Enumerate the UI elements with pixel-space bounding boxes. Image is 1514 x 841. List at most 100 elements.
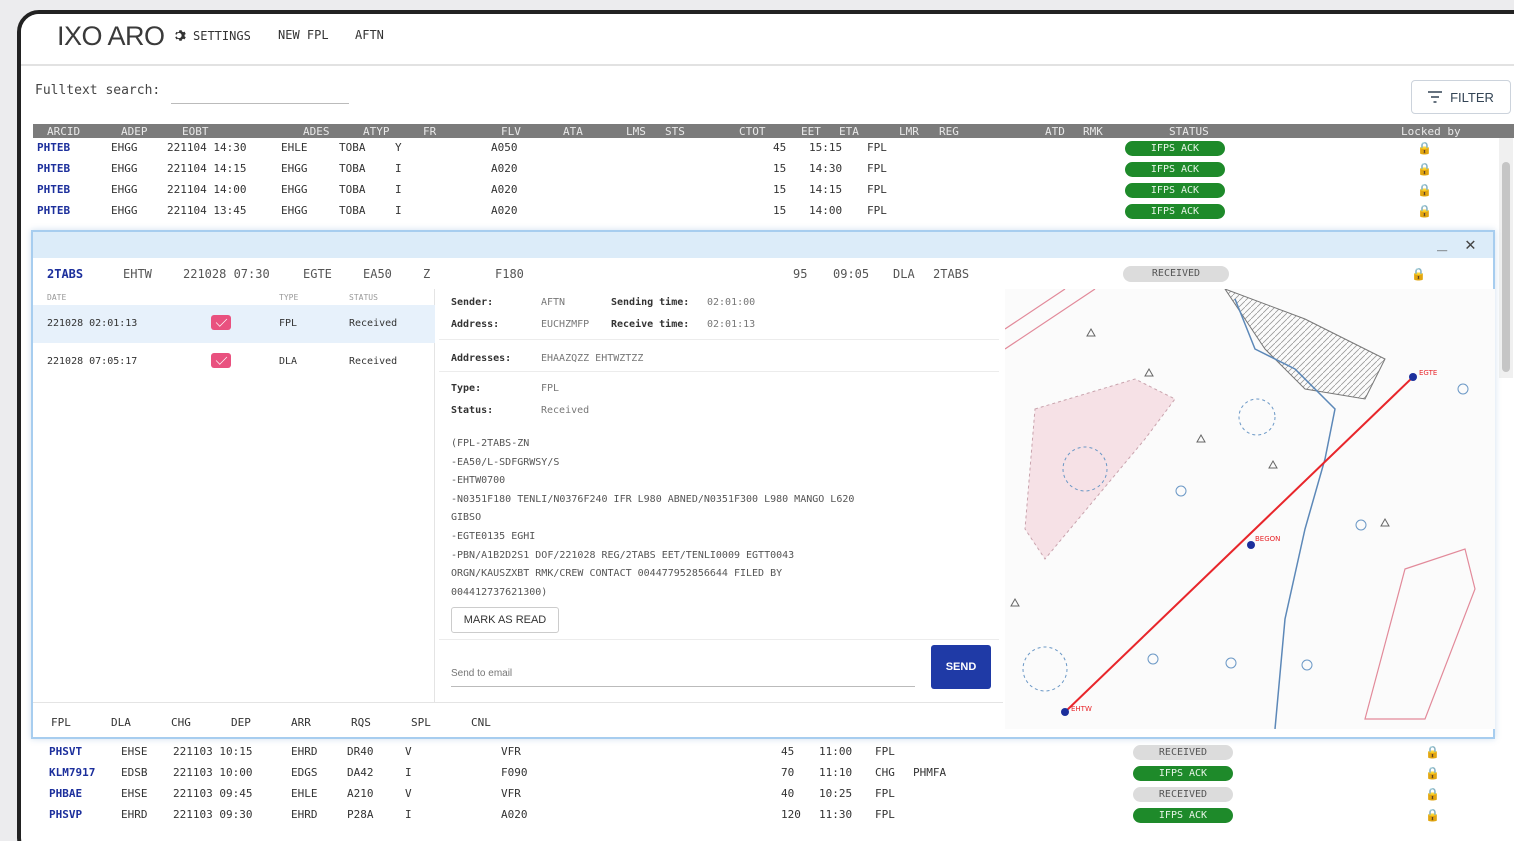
table-row[interactable]: PHSVP EHRD 221103 09:30 EHRD P28A I A020…	[33, 805, 1514, 826]
cell-eet: 70	[781, 766, 795, 779]
lock-icon[interactable]: 🔒	[1411, 267, 1426, 281]
fpl-line: -PBN/A1B2D2S1 DOF/221028 REG/2TABS EET/T…	[451, 549, 795, 561]
col-locked-by[interactable]: Locked by	[1401, 125, 1461, 138]
flight-adep: EHTW	[123, 267, 152, 281]
settings-nav[interactable]: SETTINGS	[173, 28, 251, 43]
scrollbar-thumb[interactable]	[1502, 162, 1510, 372]
tab-arr[interactable]: ARR	[291, 716, 311, 729]
lock-icon[interactable]: 🔒	[1425, 766, 1440, 780]
search-input[interactable]	[171, 84, 349, 104]
cell-eet: 15	[773, 162, 787, 175]
col-lms[interactable]: LMS	[626, 125, 646, 138]
col-reg[interactable]: REG	[939, 125, 959, 138]
gear-icon	[175, 30, 186, 41]
addresses-value: EHAAZQZZ EHTWZTZZ	[541, 353, 644, 364]
cell-atyp: TOBA	[339, 204, 366, 217]
col-atd[interactable]: ATD	[1045, 125, 1065, 138]
col-eta[interactable]: ETA	[839, 125, 859, 138]
message-list-header: DATE TYPE STATUS	[33, 289, 435, 305]
cell-fr: I	[395, 183, 402, 196]
send-button[interactable]: SEND	[931, 645, 991, 689]
cell-eta: 14:00	[809, 204, 843, 217]
cell-flv: VFR	[501, 787, 521, 800]
col-atyp[interactable]: ATYP	[363, 125, 390, 138]
flight-summary: 2TABS EHTW 221028 07:30 EGTE EA50 Z F180…	[33, 258, 1493, 288]
cell-flv: F090	[501, 766, 528, 779]
cell-arcid[interactable]: PHBAE	[49, 787, 82, 800]
message-row-selected[interactable]: 221028 02:01:13 FPL Received	[33, 305, 435, 343]
cell-arcid[interactable]: PHSVT	[49, 745, 82, 758]
cell-fr: V	[405, 787, 412, 800]
lock-icon[interactable]: 🔒	[1425, 745, 1440, 759]
new-fpl-nav[interactable]: NEW FPL	[278, 28, 329, 42]
send-email-input[interactable]	[451, 661, 915, 687]
cell-arcid[interactable]: PHTEB	[37, 141, 70, 154]
col-eobt[interactable]: EOBT	[182, 125, 209, 138]
lock-icon[interactable]: 🔒	[1417, 162, 1432, 176]
tab-rqs[interactable]: RQS	[351, 716, 371, 729]
cell-eet: 120	[781, 808, 801, 821]
lock-icon[interactable]: 🔒	[1417, 141, 1432, 155]
col-lmr[interactable]: LMR	[899, 125, 919, 138]
tab-dla[interactable]: DLA	[111, 716, 131, 729]
table-header: ARCID ADEP EOBT ADES ATYP FR FLV ATA LMS…	[33, 124, 1514, 138]
col-ata[interactable]: ATA	[563, 125, 583, 138]
tab-chg[interactable]: CHG	[171, 716, 191, 729]
cell-arcid[interactable]: PHTEB	[37, 183, 70, 196]
tab-spl[interactable]: SPL	[411, 716, 431, 729]
cell-arcid[interactable]: PHTEB	[37, 162, 70, 175]
cell-fr: I	[405, 808, 412, 821]
cell-arcid[interactable]: PHSVP	[49, 808, 82, 821]
minimize-icon[interactable]: _	[1437, 232, 1447, 252]
mark-as-read-button[interactable]: MARK AS READ	[451, 607, 559, 633]
lock-icon[interactable]: 🔒	[1417, 183, 1432, 197]
fpl-line: (FPL-2TABS-ZN	[451, 438, 530, 449]
table-row[interactable]: PHTEB EHGG 221104 14:00 EHGG TOBA I A020…	[33, 180, 1514, 201]
route-map[interactable]: EGTE EHTW BEGON	[1005, 289, 1495, 729]
col-status[interactable]: STATUS	[1169, 125, 1209, 138]
table-row[interactable]: PHSVT EHSE 221103 10:15 EHRD DR40 V VFR …	[33, 742, 1514, 763]
filter-button[interactable]: FILTER	[1411, 80, 1511, 114]
tab-cnl[interactable]: CNL	[471, 716, 491, 729]
lock-icon[interactable]: 🔒	[1425, 808, 1440, 822]
col-ades[interactable]: ADES	[303, 125, 330, 138]
table-row[interactable]: PHTEB EHGG 221104 14:30 EHLE TOBA Y A050…	[33, 138, 1514, 159]
table-row[interactable]: PHTEB EHGG 221104 13:45 EHGG TOBA I A020…	[33, 201, 1514, 222]
flight-detail-modal: _ ✕ 2TABS EHTW 221028 07:30 EGTE EA50 Z …	[31, 230, 1495, 739]
message-row[interactable]: 221028 07:05:17 DLA Received	[33, 343, 435, 381]
cell-eta: 10:25	[819, 787, 853, 800]
col-eet[interactable]: EET	[801, 125, 821, 138]
lock-icon[interactable]: 🔒	[1417, 204, 1432, 218]
col-sts[interactable]: STS	[665, 125, 685, 138]
msg-date: 221028 02:01:13	[47, 318, 138, 329]
cell-eobt: 221104 14:00	[167, 183, 247, 196]
col-flv[interactable]: FLV	[501, 125, 521, 138]
cell-arcid[interactable]: KLM7917	[49, 766, 95, 779]
lock-icon[interactable]: 🔒	[1425, 787, 1440, 801]
table-row[interactable]: PHTEB EHGG 221104 14:15 EHGG TOBA I A020…	[33, 159, 1514, 180]
cell-eta: 11:10	[819, 766, 853, 779]
status-value: Received	[541, 405, 590, 416]
message-list: DATE TYPE STATUS 221028 02:01:13 FPL Rec…	[33, 289, 435, 702]
cell-flv: VFR	[501, 745, 521, 758]
cell-adep: EHRD	[121, 808, 148, 821]
msg-type: DLA	[279, 356, 298, 367]
filter-label: FILTER	[1450, 89, 1494, 105]
table-row[interactable]: KLM7917 EDSB 221103 10:00 EDGS DA42 I F0…	[33, 763, 1514, 784]
table-row[interactable]: PHBAE EHSE 221103 09:45 EHLE A210 V VFR …	[33, 784, 1514, 805]
fpl-message-text: (FPL-2TABS-ZN -EA50/L-SDFGRWSY/S -EHTW07…	[451, 435, 921, 602]
close-icon[interactable]: ✕	[1465, 234, 1476, 255]
tab-fpl[interactable]: FPL	[51, 716, 71, 729]
tab-dep[interactable]: DEP	[231, 716, 251, 729]
col-rmk[interactable]: RMK	[1083, 125, 1103, 138]
col-adep[interactable]: ADEP	[121, 125, 148, 138]
flight-table-bottom: PHSVT EHSE 221103 10:15 EHRD DR40 V VFR …	[33, 732, 1514, 826]
col-ctot[interactable]: CTOT	[739, 125, 766, 138]
cell-arcid[interactable]: PHTEB	[37, 204, 70, 217]
cell-eet: 15	[773, 183, 787, 196]
cell-lmr: CHG	[875, 766, 895, 779]
table-scrollbar[interactable]	[1499, 138, 1513, 378]
col-arcid[interactable]: ARCID	[47, 125, 80, 138]
aftn-nav[interactable]: AFTN	[355, 28, 384, 42]
col-fr[interactable]: FR	[423, 125, 436, 138]
